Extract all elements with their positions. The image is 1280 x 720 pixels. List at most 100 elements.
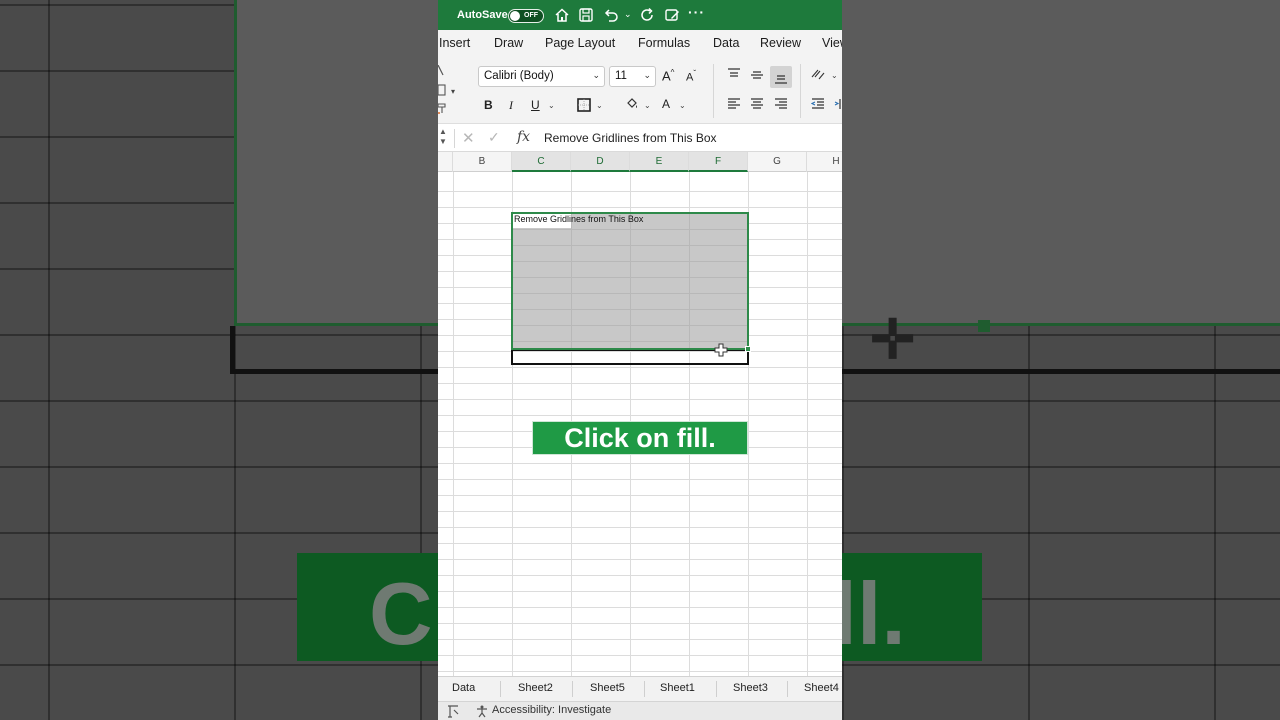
tab-divider	[644, 681, 645, 697]
tab-formulas[interactable]: Formulas	[638, 36, 690, 50]
column-header-b[interactable]: B	[453, 152, 512, 172]
undo-icon[interactable]	[603, 7, 619, 23]
underline-button[interactable]: U	[531, 98, 540, 112]
sheet-tab-sheet1[interactable]: Sheet1	[660, 682, 695, 694]
format-painter-icon[interactable]	[438, 102, 446, 114]
status-bar: Accessibility: Investigate	[438, 701, 842, 720]
align-right-icon[interactable]	[774, 98, 788, 110]
caption-banner: Click on fill.	[532, 421, 748, 455]
tab-page-layout[interactable]: Page Layout	[545, 36, 615, 50]
background-right: ✛ Click on fill.	[842, 0, 1280, 720]
ribbon: ▾ Calibri (Body) ⌄ 11 ⌄ A^ Aˇ B I U ⌄ ⌄	[438, 58, 842, 124]
tab-data[interactable]: Data	[713, 36, 739, 50]
fill-color-dropdown-icon[interactable]: ⌄	[644, 101, 651, 110]
chevron-down-icon: ⌄	[643, 70, 651, 80]
accessibility-icon[interactable]	[476, 705, 488, 720]
font-size-value: 11	[615, 70, 627, 82]
font-color-button[interactable]: A	[662, 97, 670, 111]
name-box-stepper[interactable]: ▲ ▼	[439, 127, 447, 147]
borders-dropdown-icon[interactable]: ⌄	[596, 101, 603, 110]
sheet-tab-data[interactable]: Data	[452, 682, 475, 694]
sheet-tab-sheet5[interactable]: Sheet5	[590, 682, 625, 694]
undo-dropdown-icon[interactable]: ⌄	[624, 9, 632, 20]
cancel-icon[interactable]: ✕	[462, 129, 475, 147]
font-name-select[interactable]: Calibri (Body) ⌄	[478, 66, 605, 87]
background-outline	[230, 326, 438, 374]
tab-draw[interactable]: Draw	[494, 36, 523, 50]
font-color-dropdown-icon[interactable]: ⌄	[679, 101, 686, 110]
italic-button[interactable]: I	[509, 98, 513, 113]
align-bottom-button[interactable]	[770, 66, 792, 88]
selected-range[interactable]	[511, 212, 749, 350]
align-middle-icon[interactable]	[750, 69, 764, 81]
save-icon[interactable]	[578, 7, 594, 23]
background-banner-text: Click on fill.	[369, 564, 438, 661]
shrink-font-button[interactable]: Aˇ	[686, 69, 696, 84]
excel-window: AutoSave OFF ⌄ ··· Insert Draw Page Layo…	[438, 0, 842, 720]
column-header-c[interactable]: C	[512, 152, 571, 172]
enter-icon[interactable]: ✓	[488, 129, 500, 146]
background-selection	[842, 0, 1280, 326]
background-left: Click on fill.	[0, 0, 438, 720]
tab-insert[interactable]: Insert	[439, 36, 470, 50]
tab-view[interactable]: View	[822, 36, 842, 50]
macro-recorder-icon[interactable]	[446, 705, 460, 720]
fill-handle[interactable]	[745, 346, 751, 352]
font-name-value: Calibri (Body)	[484, 70, 554, 82]
underline-dropdown-icon[interactable]: ⌄	[548, 101, 555, 110]
copy-icon[interactable]	[438, 84, 446, 96]
bold-button[interactable]: B	[484, 98, 493, 112]
paste-dropdown-icon[interactable]: ▾	[451, 87, 455, 96]
grow-font-icon: A	[662, 68, 671, 84]
redo-icon[interactable]	[639, 7, 655, 23]
accessibility-status[interactable]: Accessibility: Investigate	[492, 704, 611, 716]
orientation-icon[interactable]	[810, 67, 826, 81]
background-banner: Click on fill.	[297, 553, 438, 661]
chevron-down-icon: ⌄	[592, 70, 600, 80]
column-header-f[interactable]: F	[689, 152, 748, 172]
grid-line	[453, 172, 454, 676]
tab-divider	[572, 681, 573, 697]
decrease-indent-icon[interactable]	[811, 98, 825, 110]
background-banner: Click on fill.	[842, 553, 982, 661]
background-fill-handle	[978, 320, 990, 332]
cell-text: Remove Gridlines from This Box	[514, 214, 644, 224]
more-icon[interactable]: ···	[688, 4, 705, 20]
column-header-g[interactable]: G	[748, 152, 807, 172]
fill-color-icon[interactable]	[625, 97, 639, 111]
grow-font-button[interactable]: A^	[662, 68, 674, 83]
column-header-d[interactable]: D	[571, 152, 630, 172]
align-top-icon[interactable]	[727, 68, 741, 80]
align-left-icon[interactable]	[727, 98, 741, 110]
ribbon-divider	[800, 64, 801, 118]
background-banner-text: Click on fill.	[842, 564, 906, 661]
column-header-h[interactable]: H	[807, 152, 842, 172]
column-header-a[interactable]	[438, 152, 453, 172]
tab-review[interactable]: Review	[760, 36, 801, 50]
formula-input[interactable]: Remove Gridlines from This Box	[544, 131, 717, 145]
autosave-toggle[interactable]: OFF	[508, 9, 544, 23]
font-size-select[interactable]: 11 ⌄	[609, 66, 656, 87]
sheet-tab-sheet3[interactable]: Sheet3	[733, 682, 768, 694]
edit-icon[interactable]	[664, 7, 680, 23]
background-selection	[234, 0, 438, 326]
borders-icon[interactable]	[577, 98, 591, 112]
column-header-e[interactable]: E	[630, 152, 689, 172]
increase-indent-icon[interactable]	[834, 98, 842, 110]
sheet-tab-sheet4[interactable]: Sheet4	[804, 682, 839, 694]
autosave-state: OFF	[524, 12, 538, 19]
formula-divider	[454, 129, 455, 148]
tab-divider	[500, 681, 501, 697]
autosave-label: AutoSave	[457, 9, 508, 21]
sheet-tab-sheet2[interactable]: Sheet2	[518, 682, 553, 694]
background-cursor-icon: ✛	[870, 310, 916, 370]
grid-line	[807, 172, 808, 676]
cut-icon[interactable]	[438, 65, 444, 77]
home-icon[interactable]	[554, 7, 570, 23]
orientation-dropdown-icon[interactable]: ⌄	[831, 71, 838, 80]
ribbon-divider	[713, 64, 714, 118]
column-headers: B C D E F G H	[438, 152, 842, 172]
align-center-icon[interactable]	[750, 98, 764, 110]
insert-function-icon[interactable]: fx	[517, 129, 530, 145]
tab-divider	[787, 681, 788, 697]
